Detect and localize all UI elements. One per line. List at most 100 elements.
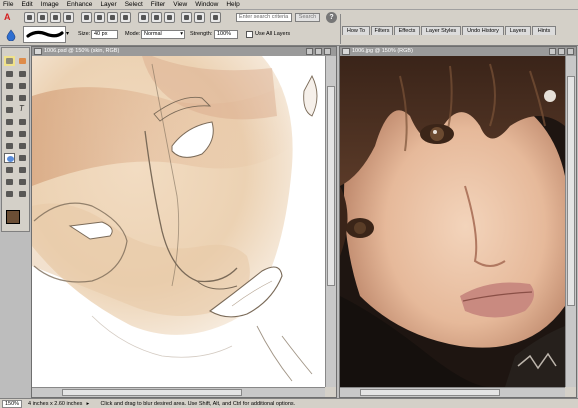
shape-tool-icon[interactable] <box>4 105 15 115</box>
maximize-button[interactable] <box>315 48 322 55</box>
minimize-button[interactable] <box>306 48 313 55</box>
tab-effects[interactable]: Effects <box>394 26 420 35</box>
document-title-psd: 1006.psd @ 150% (skin, RGB) <box>32 47 336 56</box>
close-button[interactable] <box>324 48 331 55</box>
scroll-thumb[interactable] <box>62 389 242 396</box>
email-icon[interactable] <box>107 12 118 23</box>
print-preview-icon[interactable] <box>94 12 105 23</box>
help-icon[interactable] <box>210 12 221 23</box>
file-browser-icon[interactable] <box>50 12 61 23</box>
horizontal-scrollbar[interactable] <box>340 387 565 397</box>
chevron-down-icon: ▾ <box>180 31 183 37</box>
menu-filter[interactable]: Filter <box>151 1 165 8</box>
toolbox: T <box>1 47 30 232</box>
magic-wand-tool-icon[interactable] <box>17 81 28 91</box>
search-button[interactable]: Search <box>295 13 320 22</box>
auto-contrast-icon[interactable] <box>164 12 175 23</box>
maximize-button[interactable] <box>558 48 565 55</box>
status-arrow-icon[interactable]: ▸ <box>86 401 94 407</box>
new-document-icon[interactable] <box>24 12 35 23</box>
menu-help[interactable]: Help <box>226 1 239 8</box>
hand-tool-icon[interactable] <box>17 56 28 66</box>
scroll-thumb[interactable] <box>360 389 500 396</box>
minimize-button[interactable] <box>549 48 556 55</box>
paint-bucket-tool-icon[interactable] <box>17 129 28 139</box>
blur-tool-button[interactable] <box>4 153 15 163</box>
mode-select[interactable]: Normal ▾ <box>141 30 185 39</box>
pattern-stamp-tool-icon[interactable] <box>17 177 28 187</box>
strength-label: Strength: <box>190 31 213 37</box>
tab-undo-history[interactable]: Undo History <box>462 26 504 35</box>
status-bar: 150% 4 inches x 2.60 inches ▸ Click and … <box>0 398 578 408</box>
pencil-tool-icon[interactable] <box>4 117 15 127</box>
menu-edit[interactable]: Edit <box>21 1 32 8</box>
portrait-photo <box>340 56 565 387</box>
size-input[interactable]: 40 px <box>91 30 118 39</box>
document-size-info[interactable]: 4 inches x 2.60 inches <box>28 401 82 407</box>
dodge-tool-icon[interactable] <box>4 165 15 175</box>
menu-view[interactable]: View <box>173 1 187 8</box>
blur-tool-icon <box>5 29 17 42</box>
gradient-tool-icon[interactable] <box>4 141 15 151</box>
mode-value: Normal <box>144 31 162 37</box>
step-forward-icon[interactable] <box>194 12 205 23</box>
canvas-jpg[interactable] <box>340 56 565 387</box>
vertical-scrollbar[interactable] <box>565 56 576 387</box>
horizontal-scrollbar[interactable] <box>32 387 325 397</box>
help-circle-icon[interactable]: ? <box>326 12 337 23</box>
use-all-layers-label: Use All Layers <box>255 31 291 37</box>
menu-bar: File Edit Image Enhance Layer Select Fil… <box>0 0 578 10</box>
auto-levels-icon[interactable] <box>151 12 162 23</box>
menu-enhance[interactable]: Enhance <box>67 1 93 8</box>
zoom-tool-icon[interactable] <box>4 56 15 66</box>
adobe-logo-icon: A <box>4 12 11 22</box>
zoom-icon[interactable] <box>4 189 15 199</box>
foreground-color-swatch[interactable] <box>6 210 20 224</box>
mode-label: Mode: <box>125 31 141 37</box>
crop-tool-icon[interactable] <box>17 93 28 103</box>
print-icon[interactable] <box>81 12 92 23</box>
tab-layers[interactable]: Layers <box>505 26 531 35</box>
red-eye-tool-icon[interactable] <box>17 165 28 175</box>
zoom-field[interactable]: 150% <box>2 399 22 408</box>
vertical-scrollbar[interactable] <box>325 56 336 387</box>
scroll-thumb[interactable] <box>327 86 335 286</box>
open-icon[interactable] <box>37 12 48 23</box>
tab-layer-styles[interactable]: Layer Styles <box>421 26 461 35</box>
size-label: Size: <box>78 31 91 37</box>
lasso-tool-icon[interactable] <box>4 81 15 91</box>
step-backward-icon[interactable] <box>181 12 192 23</box>
document-window-jpg: 1006.jpg @ 150% (RGB) <box>339 46 577 398</box>
menu-file[interactable]: File <box>3 1 13 8</box>
tab-filters[interactable]: Filters <box>371 26 393 35</box>
menu-select[interactable]: Select <box>125 1 143 8</box>
selection-brush-tool-icon[interactable] <box>4 93 15 103</box>
use-all-layers-checkbox[interactable] <box>246 31 253 38</box>
search-input[interactable]: Enter search criteria <box>236 13 292 22</box>
tab-hints[interactable]: Hints <box>532 26 556 35</box>
menu-image[interactable]: Image <box>41 1 59 8</box>
menu-layer[interactable]: Layer <box>100 1 116 8</box>
type-tool-icon[interactable]: T <box>17 105 28 115</box>
painted-face-layer <box>32 56 325 387</box>
eraser-tool-icon[interactable] <box>17 117 28 127</box>
brush-tool-icon[interactable] <box>4 129 15 139</box>
marquee-tool-icon[interactable] <box>4 69 15 79</box>
web-icon[interactable] <box>120 12 131 23</box>
hand-icon[interactable] <box>17 189 28 199</box>
save-icon[interactable] <box>63 12 74 23</box>
document-window-psd: 1006.psd @ 150% (skin, RGB) <box>31 46 337 398</box>
tab-how-to[interactable]: How To <box>342 26 370 35</box>
brush-dropdown-icon[interactable]: ▾ <box>66 29 73 39</box>
menu-window[interactable]: Window <box>195 1 218 8</box>
move-tool-icon[interactable] <box>17 69 28 79</box>
close-button[interactable] <box>567 48 574 55</box>
sponge-tool-icon[interactable] <box>17 153 28 163</box>
strength-input[interactable]: 100% <box>214 30 238 39</box>
quick-fix-icon[interactable] <box>138 12 149 23</box>
scroll-thumb[interactable] <box>567 76 575 306</box>
brush-preset-picker[interactable] <box>23 26 66 43</box>
canvas-psd[interactable] <box>32 56 325 387</box>
clone-stamp-tool-icon[interactable] <box>4 177 15 187</box>
eyedropper-tool-icon[interactable] <box>17 141 28 151</box>
